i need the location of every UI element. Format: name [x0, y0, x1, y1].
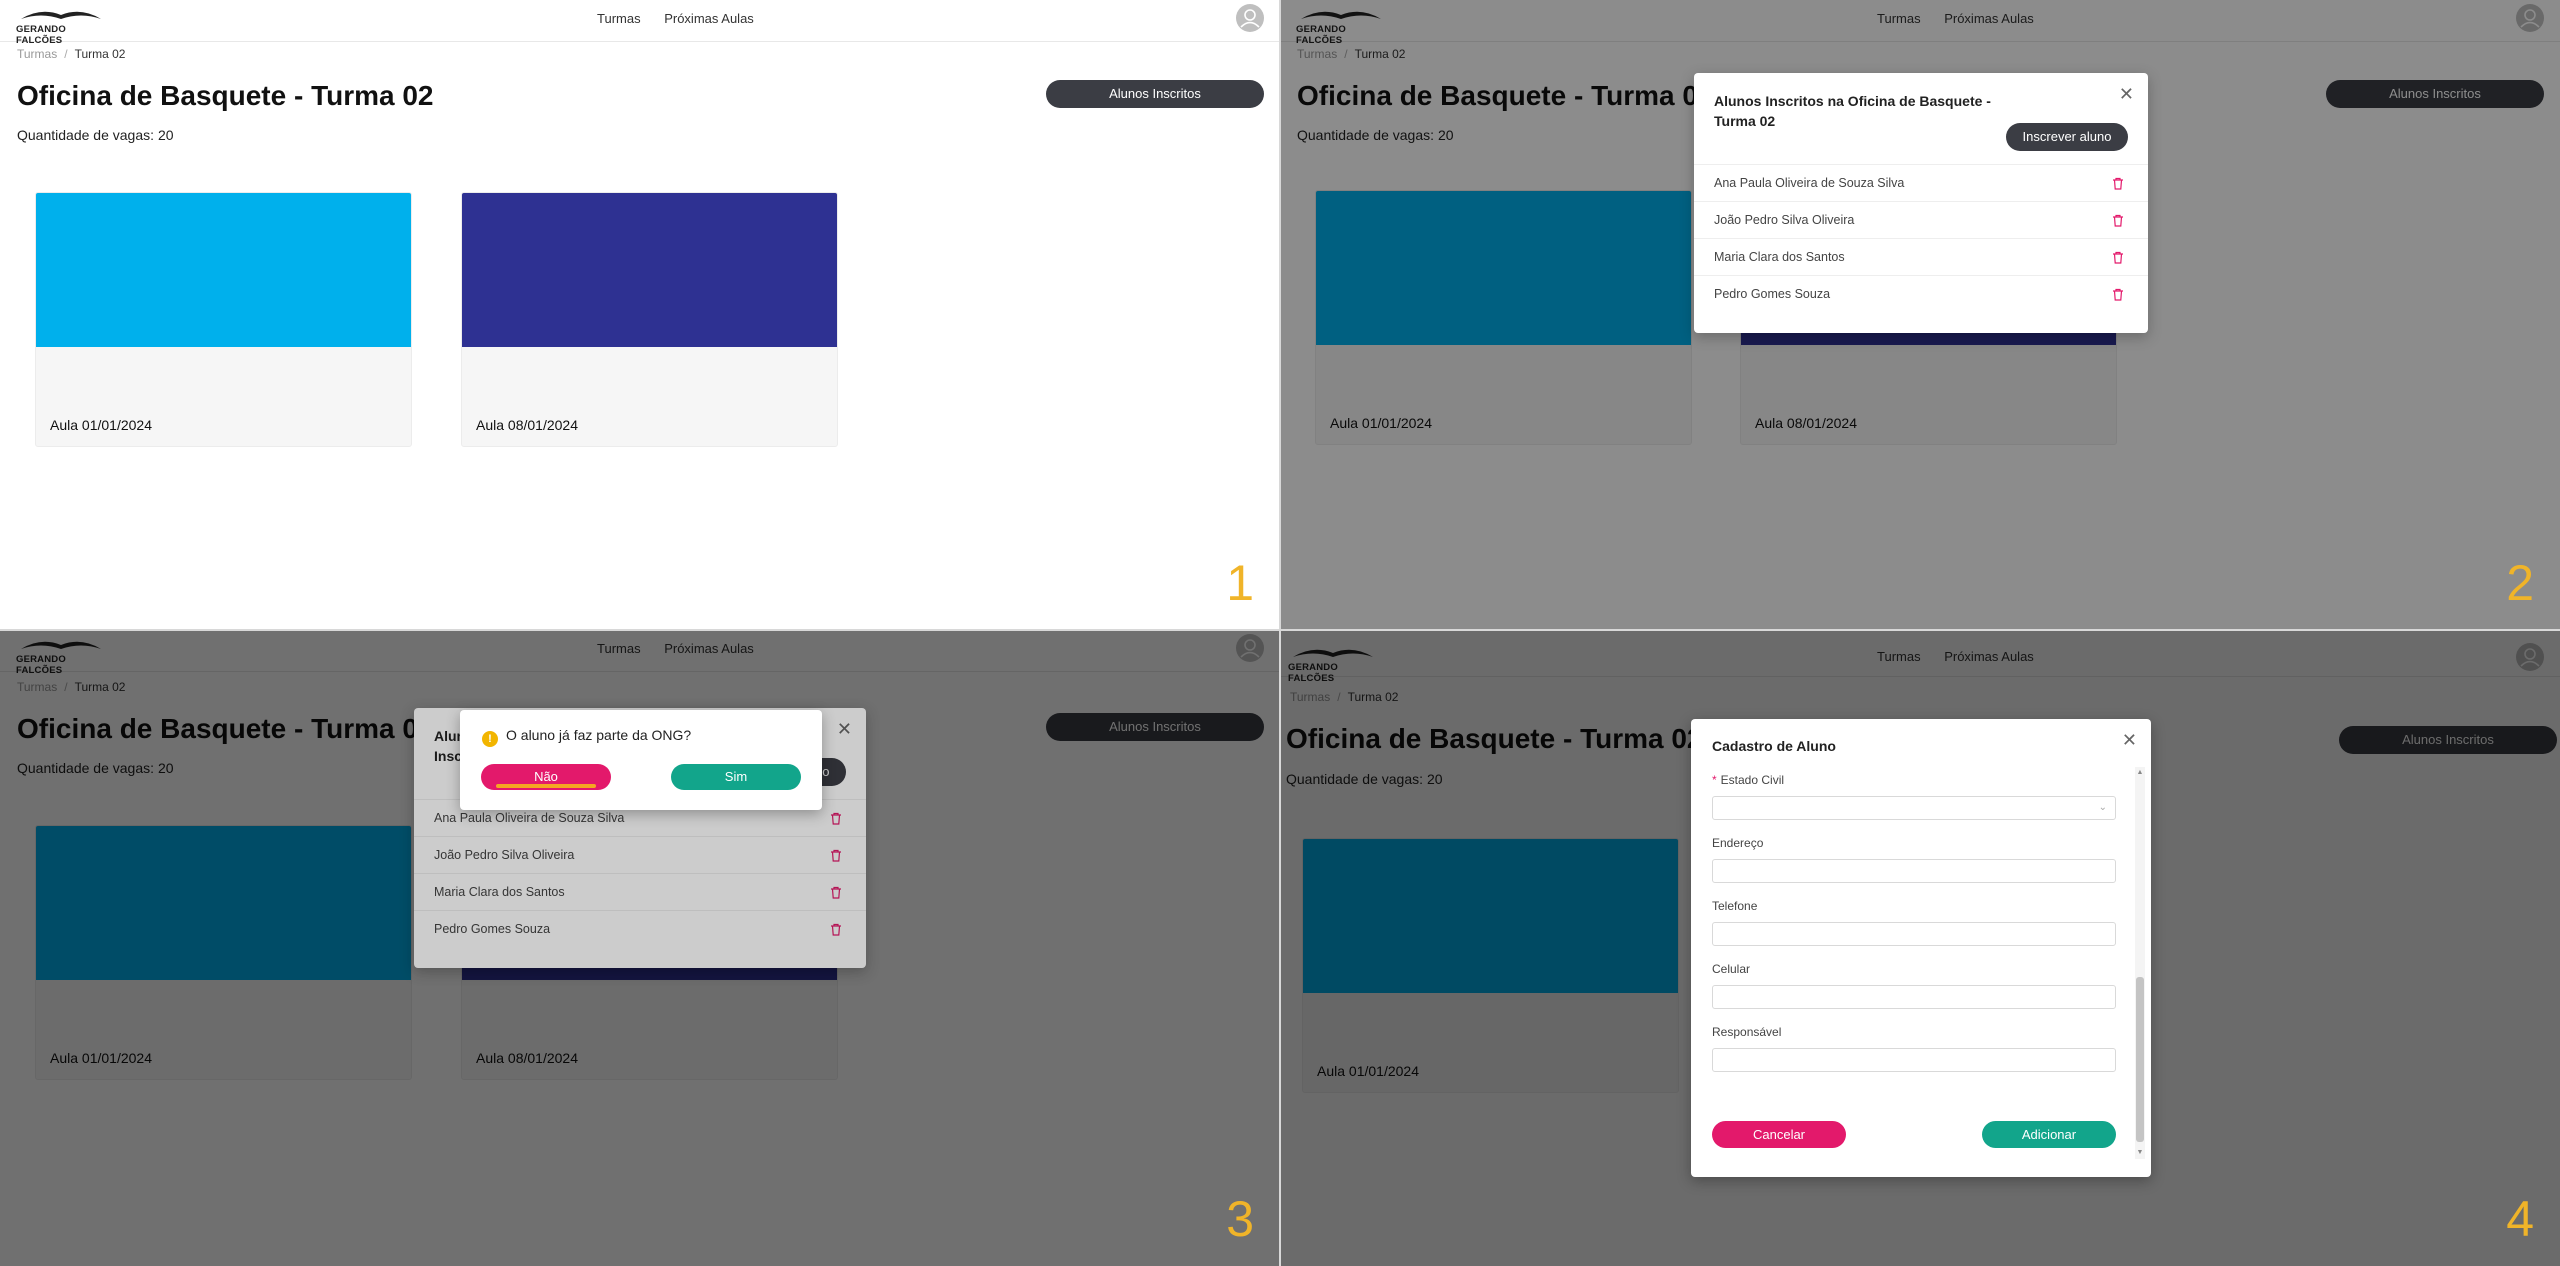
student-name: João Pedro Silva Oliveira [1714, 213, 1855, 227]
field-label-responsavel: Responsável [1712, 1025, 1782, 1039]
trash-icon[interactable] [2112, 214, 2124, 227]
list-item: Maria Clara dos Santos [1694, 238, 2148, 275]
vagas-info: Quantidade de vagas:20 [17, 127, 174, 143]
scrollbar-thumb[interactable] [2136, 977, 2144, 1142]
vagas-label: Quantidade de vagas: [17, 127, 154, 143]
field-label-telefone: Telefone [1712, 899, 1758, 913]
panel-number: 4 [2506, 1191, 2534, 1247]
nav-turmas[interactable]: Turmas [597, 11, 641, 26]
card-cover [36, 193, 411, 347]
panel-divider [0, 629, 2560, 631]
chevron-down-icon: ⌄ [2098, 802, 2107, 813]
modal-title: Alunos Inscritos na Oficina de Basquete … [1714, 93, 1991, 129]
student-name: Maria Clara dos Santos [1714, 250, 1845, 264]
avatar[interactable] [1236, 4, 1264, 32]
nao-label: Não [534, 769, 558, 784]
estado-civil-select[interactable]: ⌄ [1712, 796, 2116, 820]
add-button[interactable]: Adicionar [1982, 1121, 2116, 1148]
required-marker: * [1712, 773, 1717, 787]
cadastro-aluno-modal: Cadastro de Aluno ✕ * Estado Civil ⌄ Ende… [1691, 719, 2151, 1177]
close-icon[interactable]: ✕ [2119, 85, 2134, 103]
student-form: * Estado Civil ⌄ Endereço Telefone Celula… [1712, 773, 2116, 1088]
breadcrumb-turmas[interactable]: Turmas [17, 47, 57, 61]
inscrever-aluno-button[interactable]: Inscrever aluno [2006, 123, 2128, 151]
cancel-button[interactable]: Cancelar [1712, 1121, 1846, 1148]
alunos-inscritos-button[interactable]: Alunos Inscritos [1046, 80, 1264, 108]
confirm-dialog: ! O aluno já faz parte da ONG? Não Sim [460, 710, 822, 810]
user-icon [1240, 9, 1260, 28]
focus-indicator [496, 784, 596, 788]
panel-4: GERANDO FALCÕES Turmas Próximas Aulas Tu… [1280, 630, 2560, 1266]
scrollbar[interactable]: ▲ ▼ [2135, 767, 2145, 1159]
confirm-question: ! O aluno já faz parte da ONG? [482, 727, 691, 747]
nav-proximas-aulas[interactable]: Próximas Aulas [664, 11, 754, 26]
field-label-endereco: Endereço [1712, 836, 1764, 850]
top-header: GERANDO FALCÕES Turmas Próximas Aulas [0, 0, 1280, 46]
vagas-value: 20 [158, 127, 174, 143]
nao-button[interactable]: Não [481, 764, 611, 790]
celular-input[interactable] [1712, 985, 2116, 1009]
panel-3: GERANDO FALCÕES Turmas Próximas Aulas Tu… [0, 630, 1280, 1266]
page-title: Oficina de Basquete - Turma 02 [17, 80, 434, 111]
student-name: Ana Paula Oliveira de Souza Silva [1714, 176, 1905, 190]
endereco-input[interactable] [1712, 859, 2116, 883]
breadcrumb-separator: / [64, 47, 68, 61]
panel-number: 1 [1226, 555, 1254, 611]
scroll-down-icon[interactable]: ▼ [2136, 1149, 2144, 1157]
aula-card[interactable]: Aula 08/01/2024 [461, 192, 838, 447]
field-label-text: Estado Civil [1720, 773, 1785, 787]
aula-card[interactable]: Aula 01/01/2024 [35, 192, 412, 447]
breadcrumb-current: Turma 02 [74, 47, 126, 61]
warning-icon: ! [482, 731, 498, 747]
students-list: Ana Paula Oliveira de Souza Silva João P… [1694, 164, 2148, 312]
top-nav: Turmas Próximas Aulas [597, 11, 774, 26]
field-label-estado-civil: * Estado Civil [1712, 773, 2116, 787]
logo-text: GERANDO FALCÕES [16, 24, 66, 46]
trash-icon[interactable] [2112, 251, 2124, 264]
list-item: Ana Paula Oliveira de Souza Silva [1694, 164, 2148, 201]
telefone-input[interactable] [1712, 922, 2116, 946]
falcon-wings-icon [21, 11, 101, 19]
breadcrumb: Turmas / Turma 02 [17, 47, 125, 61]
panel-number: 3 [1226, 1191, 1254, 1247]
field-label-celular: Celular [1712, 962, 1751, 976]
card-label: Aula 01/01/2024 [50, 417, 152, 433]
panel-2: GERANDO FALCÕES Turmas Próximas Aulas Tu… [1280, 0, 2560, 630]
modal-title: Cadastro de Aluno [1712, 738, 1836, 754]
list-item: João Pedro Silva Oliveira [1694, 201, 2148, 238]
card-cover [462, 193, 837, 347]
panel-number: 2 [2506, 555, 2534, 611]
scroll-up-icon[interactable]: ▲ [2136, 769, 2144, 777]
trash-icon[interactable] [2112, 288, 2124, 301]
card-label: Aula 08/01/2024 [476, 417, 578, 433]
panel-divider [1279, 0, 1281, 1266]
list-item: Pedro Gomes Souza [1694, 275, 2148, 312]
logo[interactable]: GERANDO FALCÕES [16, 5, 106, 46]
sim-button[interactable]: Sim [671, 764, 801, 790]
panel-1: GERANDO FALCÕES Turmas Próximas Aulas Tu… [0, 0, 1280, 630]
confirm-question-text: O aluno já faz parte da ONG? [506, 727, 692, 743]
trash-icon[interactable] [2112, 177, 2124, 190]
close-icon[interactable]: ✕ [2122, 731, 2137, 749]
students-modal: Alunos Inscritos na Oficina de Basquete … [1694, 73, 2148, 333]
responsavel-input[interactable] [1712, 1048, 2116, 1072]
student-name: Pedro Gomes Souza [1714, 287, 1831, 301]
